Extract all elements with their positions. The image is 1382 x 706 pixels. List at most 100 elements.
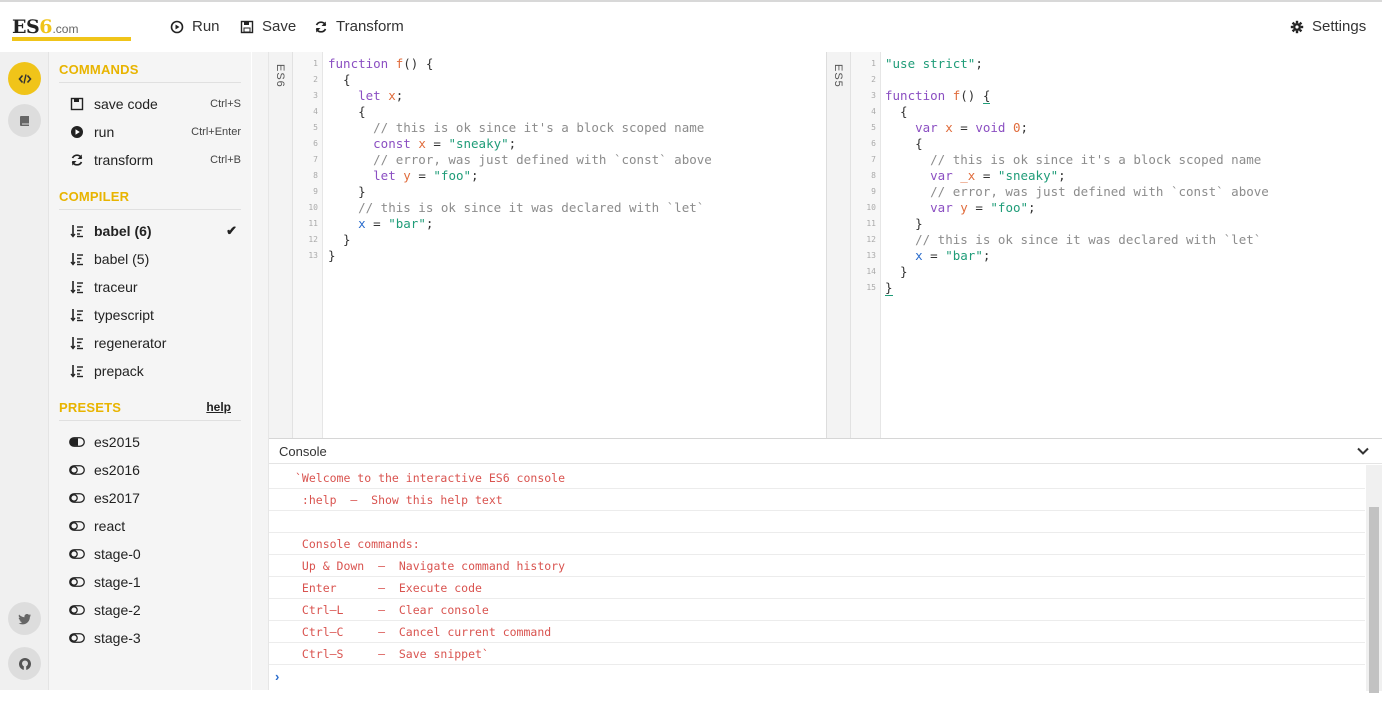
command-shortcut: Ctrl+S (210, 98, 241, 110)
save-label: Save (262, 18, 297, 35)
logo-es-text: ES (12, 16, 40, 38)
line-number: 13 (866, 251, 876, 260)
console-line: `Welcome to the interactive ES6 console (269, 467, 1365, 489)
console-header[interactable]: Console (269, 439, 1382, 464)
compiler-label: babel (6) (94, 223, 152, 239)
transform-button[interactable]: Transform (314, 18, 404, 35)
compiler-item-traceur[interactable]: traceur (69, 276, 241, 298)
chevron-down-icon[interactable] (1356, 444, 1370, 458)
toggle-on-icon (69, 437, 85, 447)
toggle-off-icon (69, 465, 85, 475)
es5-code[interactable]: "use strict"; function f() { { var x = v… (885, 56, 1269, 296)
command-label: run (94, 124, 115, 140)
es6-label-text: ES6 (274, 64, 286, 88)
preset-item-react[interactable]: react (69, 515, 241, 537)
icon-rail (0, 52, 49, 690)
preset-label: react (94, 518, 126, 534)
line-number: 3 (871, 91, 876, 100)
command-transform[interactable]: transform Ctrl+B (69, 149, 241, 171)
toggle-off-icon (69, 493, 85, 503)
es6-code[interactable]: function f() { { let x; { // this is ok … (328, 56, 712, 264)
line-number: 7 (871, 155, 876, 164)
line-number: 5 (313, 123, 318, 132)
line-number: 9 (871, 187, 876, 196)
refresh-icon (71, 154, 83, 166)
line-number: 7 (313, 155, 318, 164)
run-button[interactable]: Run (170, 18, 220, 35)
es6-pane-label: ES6 (269, 52, 293, 438)
twitter-icon (18, 613, 31, 624)
console-panel: Console `Welcome to the interactive ES6 … (269, 438, 1382, 693)
preset-item-stage-3[interactable]: stage-3 (69, 627, 241, 649)
es5-pane-label: ES5 (827, 52, 851, 438)
sidebar-scrollbar[interactable] (252, 52, 269, 690)
compiler-item-babel-6[interactable]: babel (6) ✔ (69, 220, 241, 242)
console-line (269, 511, 1365, 533)
check-icon: ✔ (226, 223, 237, 238)
compiler-item-typescript[interactable]: typescript (69, 304, 241, 326)
preset-item-es2016[interactable]: es2016 (69, 459, 241, 481)
command-save-code[interactable]: save code Ctrl+S (69, 93, 241, 115)
compiler-label: typescript (94, 307, 154, 323)
command-shortcut: Ctrl+Enter (191, 126, 241, 138)
line-number: 14 (866, 267, 876, 276)
preset-label: es2017 (94, 490, 140, 506)
compiler-item-regenerator[interactable]: regenerator (69, 332, 241, 354)
console-line: Ctrl–C – Cancel current command (269, 621, 1365, 643)
settings-label: Settings (1312, 18, 1367, 35)
command-shortcut: Ctrl+B (210, 154, 241, 166)
line-number: 2 (313, 75, 318, 84)
presets-divider (59, 420, 241, 421)
floppy-icon (240, 20, 254, 33)
console-prompt[interactable]: › (275, 669, 279, 684)
floppy-icon (70, 97, 84, 111)
compiler-section-title: COMPILER (59, 189, 130, 204)
rail-book-button[interactable] (8, 104, 41, 137)
preset-item-stage-0[interactable]: stage-0 (69, 543, 241, 565)
es5-editor-pane[interactable]: ES5 1 2 3 4 5 6 7 8 9 10 11 12 13 14 15 "use strict"; … (827, 52, 1382, 438)
line-number: 8 (871, 171, 876, 180)
compiler-label: prepack (94, 363, 144, 379)
console-line: Ctrl–S – Save snippet` (269, 643, 1365, 665)
command-run[interactable]: run Ctrl+Enter (69, 121, 241, 143)
preset-label: stage-1 (94, 574, 141, 590)
preset-item-es2015[interactable]: es2015 (69, 431, 241, 453)
line-number: 11 (308, 219, 318, 228)
es5-label-text: ES5 (832, 64, 844, 88)
line-number: 12 (866, 235, 876, 244)
top-toolbar: ES6console.com Run Save Transform Settin… (0, 0, 1382, 706)
toggle-off-icon (69, 633, 85, 643)
compiler-item-babel-5[interactable]: babel (5) (69, 248, 241, 270)
line-number: 4 (871, 107, 876, 116)
compiler-label: traceur (94, 279, 138, 295)
line-number: 10 (866, 203, 876, 212)
code-icon (17, 73, 32, 84)
preset-label: stage-0 (94, 546, 141, 562)
save-button[interactable]: Save (240, 18, 296, 35)
line-number: 11 (866, 219, 876, 228)
settings-button[interactable]: Settings (1290, 18, 1366, 35)
preset-item-stage-1[interactable]: stage-1 (69, 571, 241, 593)
sidebar: COMMANDS save code Ctrl+S run Ctrl+Enter… (49, 52, 251, 690)
presets-help-link[interactable]: help (206, 400, 231, 414)
toggle-off-icon (69, 605, 85, 615)
preset-item-stage-2[interactable]: stage-2 (69, 599, 241, 621)
preset-label: stage-3 (94, 630, 141, 646)
console-line: Up & Down – Navigate command history (269, 555, 1365, 577)
rail-twitter-button[interactable] (8, 602, 41, 635)
rail-github-button[interactable] (8, 647, 41, 680)
console-line: Ctrl–L – Clear console (269, 599, 1365, 621)
toggle-off-icon (69, 577, 85, 587)
console-scrollbar[interactable] (1366, 465, 1382, 693)
console-line: :help – Show this help text (269, 489, 1365, 511)
command-label: transform (94, 152, 154, 168)
console-title: Console (279, 444, 327, 459)
logo-underline (12, 37, 131, 41)
compiler-item-prepack[interactable]: prepack (69, 360, 241, 382)
console-scroll-thumb[interactable] (1369, 507, 1379, 693)
es5-line-gutter: 1 2 3 4 5 6 7 8 9 10 11 12 13 14 15 (851, 52, 881, 438)
preset-item-es2017[interactable]: es2017 (69, 487, 241, 509)
es6-editor-pane[interactable]: ES6 1 2 3 4 5 6 7 8 9 10 11 12 13 function f() { { l… (269, 52, 826, 438)
sort-icon (70, 337, 83, 350)
rail-code-button[interactable] (8, 62, 41, 95)
